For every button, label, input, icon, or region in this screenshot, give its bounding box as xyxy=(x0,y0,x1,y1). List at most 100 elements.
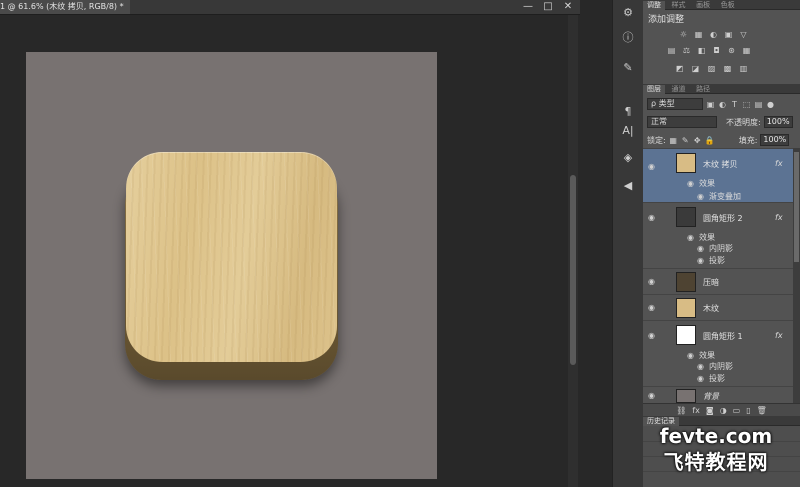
filter-toggle-icon[interactable]: ● xyxy=(766,100,775,109)
filter-type-icon[interactable]: T xyxy=(730,100,739,109)
curves-icon[interactable]: ◐ xyxy=(709,30,718,39)
properties-icon[interactable]: ⚙ xyxy=(620,5,636,21)
arrow-icon[interactable]: ◀ xyxy=(620,178,636,194)
fx-icon[interactable]: fx xyxy=(775,331,783,340)
tab-adjustments[interactable]: 调整 xyxy=(643,1,665,10)
visibility-eye-icon[interactable]: ◉ xyxy=(648,162,655,171)
gradient-map-icon[interactable]: ▩ xyxy=(723,64,732,73)
vibrance-icon[interactable]: ▽ xyxy=(739,30,748,39)
layer-row[interactable]: ◉ 木纹 拷贝 fx ◉ 效果 ◉ 渐变叠加 xyxy=(643,148,793,202)
levels-icon[interactable]: ▦ xyxy=(694,30,703,39)
layers-scrollbar[interactable] xyxy=(793,148,800,403)
layer-row[interactable]: ◉ 木纹 xyxy=(643,294,793,320)
maximize-button[interactable]: □ xyxy=(538,0,558,14)
delete-layer-icon[interactable]: 🗑 xyxy=(757,406,767,415)
layer-name: 背景 xyxy=(703,392,719,401)
canvas-vertical-scrollbar[interactable] xyxy=(568,15,578,487)
layer-thumbnail xyxy=(676,325,696,345)
color-lookup-icon[interactable]: ▦ xyxy=(742,46,751,55)
close-button[interactable]: ✕ xyxy=(558,0,578,14)
add-mask-icon[interactable]: ◙ xyxy=(706,406,714,415)
visibility-eye-icon[interactable]: ◉ xyxy=(687,179,694,188)
minimize-button[interactable]: — xyxy=(518,0,538,14)
exposure-icon[interactable]: ▣ xyxy=(724,30,733,39)
layer-row[interactable]: ◉ 圆角矩形 2 fx ◉ 效果 ◉ 内阴影 ◉ 投影 xyxy=(643,202,793,268)
tab-swatches[interactable]: 色板 xyxy=(717,1,739,10)
channel-mixer-icon[interactable]: ⊛ xyxy=(727,46,736,55)
lock-label: 锁定: xyxy=(647,135,666,145)
3d-icon[interactable]: ◈ xyxy=(620,150,636,166)
posterize-icon[interactable]: ◪ xyxy=(691,64,700,73)
layer-name: 圆角矩形 1 xyxy=(703,332,743,341)
layer-filter-row: ρ 类型 ▣ ◐ T ⬚ ▤ ● xyxy=(643,97,800,111)
visibility-eye-icon[interactable]: ◉ xyxy=(697,256,704,265)
tab-styles[interactable]: 样式 xyxy=(668,1,690,10)
opacity-input[interactable]: 100% xyxy=(763,116,793,128)
visibility-eye-icon[interactable]: ◉ xyxy=(648,277,655,286)
lock-transparent-icon[interactable]: ▦ xyxy=(669,136,678,145)
add-style-icon[interactable]: fx xyxy=(692,406,700,415)
tab-paths[interactable]: 路径 xyxy=(692,85,714,94)
visibility-eye-icon[interactable]: ◉ xyxy=(648,303,655,312)
color-balance-icon[interactable]: ⚖ xyxy=(682,46,691,55)
fx-icon[interactable]: fx xyxy=(775,213,783,222)
tab-artboard[interactable]: 画板 xyxy=(692,1,714,10)
info-icon[interactable]: ⓘ xyxy=(620,30,636,46)
black-white-icon[interactable]: ◧ xyxy=(697,46,706,55)
invert-icon[interactable]: ◩ xyxy=(675,64,684,73)
layer-thumbnail xyxy=(676,272,696,292)
visibility-eye-icon[interactable]: ◉ xyxy=(648,331,655,340)
brightness-icon[interactable]: ☼ xyxy=(679,30,688,39)
visibility-eye-icon[interactable]: ◉ xyxy=(687,351,694,360)
visibility-eye-icon[interactable]: ◉ xyxy=(687,233,694,242)
visibility-eye-icon[interactable]: ◉ xyxy=(697,374,704,383)
hue-saturation-icon[interactable]: ▤ xyxy=(667,46,676,55)
artboard[interactable] xyxy=(26,52,437,479)
watermark: fevte.com 飞特教程网 xyxy=(632,424,800,487)
selective-color-icon[interactable]: ▥ xyxy=(739,64,748,73)
visibility-eye-icon[interactable]: ◉ xyxy=(697,192,704,201)
lock-position-icon[interactable]: ✥ xyxy=(693,136,702,145)
lock-all-icon[interactable]: 🔒 xyxy=(705,136,715,145)
new-layer-icon[interactable]: ▯ xyxy=(746,406,750,415)
layers-scroll-thumb[interactable] xyxy=(794,152,799,262)
effect-name: 内阴影 xyxy=(709,362,733,371)
character-icon[interactable]: A| xyxy=(620,123,636,139)
link-layers-icon[interactable]: ⛓ xyxy=(676,406,686,415)
adjustments-row-2: ▤ ⚖ ◧ ◘ ⊛ ▦ xyxy=(667,46,751,55)
layer-row[interactable]: ◉ 压暗 xyxy=(643,268,793,294)
threshold-icon[interactable]: ▨ xyxy=(707,64,716,73)
layer-filter-select[interactable]: ρ 类型 xyxy=(647,98,703,110)
canvas-workspace[interactable] xyxy=(0,15,568,487)
new-adjustment-icon[interactable]: ◑ xyxy=(720,406,727,415)
opacity-label: 不透明度: xyxy=(726,117,761,127)
blend-mode-select[interactable]: 正常 xyxy=(647,116,717,128)
visibility-eye-icon[interactable]: ◉ xyxy=(648,213,655,222)
layer-row[interactable]: ◉ 背景 xyxy=(643,386,793,403)
canvas-scroll-thumb[interactable] xyxy=(570,175,576,365)
visibility-eye-icon[interactable]: ◉ xyxy=(697,244,704,253)
filter-smart-object-icon[interactable]: ▤ xyxy=(754,100,763,109)
effect-name: 投影 xyxy=(709,374,725,383)
brush-icon[interactable]: ✎ xyxy=(620,60,636,76)
lock-image-icon[interactable]: ✎ xyxy=(681,136,690,145)
filter-pixel-icon[interactable]: ▣ xyxy=(706,100,715,109)
tab-layers[interactable]: 图层 xyxy=(643,85,665,94)
document-tab[interactable]: 1 @ 61.6% (木纹 拷贝, RGB/8) * xyxy=(0,0,130,14)
layer-name: 压暗 xyxy=(703,278,719,287)
effect-row: ◉ 投影 xyxy=(643,372,793,385)
effect-row: ◉ 投影 xyxy=(643,254,793,267)
visibility-eye-icon[interactable]: ◉ xyxy=(697,362,704,371)
fill-input[interactable]: 100% xyxy=(760,134,790,146)
filter-shape-icon[interactable]: ⬚ xyxy=(742,100,751,109)
new-group-icon[interactable]: ▭ xyxy=(733,406,741,415)
filter-adjustment-icon[interactable]: ◐ xyxy=(718,100,727,109)
layer-thumbnail xyxy=(676,298,696,318)
tab-channels[interactable]: 通道 xyxy=(668,85,690,94)
photo-filter-icon[interactable]: ◘ xyxy=(712,46,721,55)
effects-label: 效果 xyxy=(699,179,715,188)
visibility-eye-icon[interactable]: ◉ xyxy=(648,391,655,400)
fx-icon[interactable]: fx xyxy=(775,159,783,168)
paragraph-icon[interactable]: ¶ xyxy=(620,104,636,120)
layer-row[interactable]: ◉ 圆角矩形 1 fx ◉ 效果 ◉ 内阴影 ◉ 投影 xyxy=(643,320,793,386)
